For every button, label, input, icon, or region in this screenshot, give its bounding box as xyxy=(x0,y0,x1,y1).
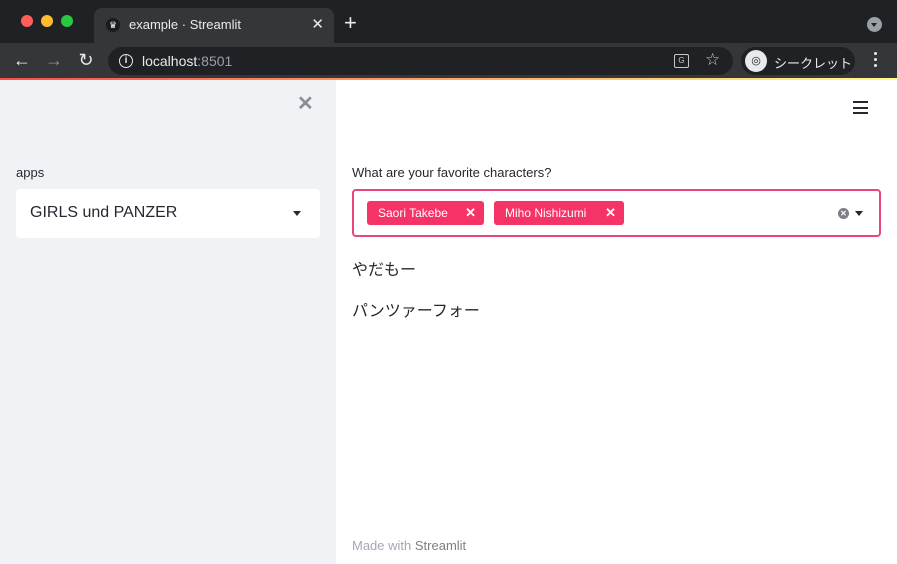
window-minimize-button[interactable] xyxy=(41,15,53,27)
hamburger-menu-icon[interactable] xyxy=(853,101,868,114)
window-zoom-button[interactable] xyxy=(61,15,73,27)
characters-multiselect[interactable]: Saori Takebe ✕ Miho Nishizumi ✕ ✕ xyxy=(352,189,881,237)
chevron-down-icon[interactable] xyxy=(293,211,301,216)
selected-tag: Saori Takebe ✕ xyxy=(367,201,484,225)
browser-titlebar: ♛ example · Streamlit ✕ + xyxy=(0,0,897,43)
kebab-menu-icon[interactable] xyxy=(870,52,880,70)
selected-tag-label: Miho Nishizumi xyxy=(505,206,587,220)
new-tab-button[interactable]: + xyxy=(344,12,357,34)
output-text: パンツァーフォー xyxy=(352,301,480,320)
browser-tab[interactable]: ♛ example · Streamlit ✕ xyxy=(94,8,334,43)
window-close-button[interactable] xyxy=(21,15,33,27)
tab-close-icon[interactable]: ✕ xyxy=(311,15,324,33)
sidebar-close-icon[interactable]: ✕ xyxy=(297,94,314,114)
incognito-icon: ◎ xyxy=(745,50,767,72)
tab-search-icon[interactable] xyxy=(867,17,882,32)
browser-toolbar: ← → ↻ i localhost:8501 G ☆ ◎ シークレット xyxy=(0,43,897,78)
reload-icon[interactable]: ↻ xyxy=(75,49,97,71)
output-text: やだもー xyxy=(352,260,417,279)
streamlit-link[interactable]: Streamlit xyxy=(415,538,466,553)
incognito-label: シークレット xyxy=(774,56,853,71)
url-text[interactable]: localhost:8501 xyxy=(142,53,232,69)
sidebar: ✕ apps GIRLS und PANZER xyxy=(0,80,336,564)
footer: Made with Streamlit xyxy=(352,538,466,553)
apps-select-label: apps xyxy=(16,165,45,180)
url-port: :8501 xyxy=(197,53,233,69)
star-icon[interactable]: ☆ xyxy=(705,50,720,70)
back-arrow-icon[interactable]: ← xyxy=(11,49,33,71)
remove-tag-icon[interactable]: ✕ xyxy=(605,201,616,225)
multiselect-label: What are your favorite characters? xyxy=(352,165,552,180)
info-icon[interactable]: i xyxy=(119,54,133,68)
tab-title: example · Streamlit xyxy=(129,17,241,32)
chevron-down-icon[interactable] xyxy=(855,211,863,216)
apps-selectbox[interactable]: GIRLS und PANZER xyxy=(16,189,320,238)
clear-all-icon[interactable]: ✕ xyxy=(838,208,849,219)
selected-tag-label: Saori Takebe xyxy=(378,206,448,220)
address-bar[interactable]: i localhost:8501 G ☆ xyxy=(108,47,733,75)
apps-selected-value: GIRLS und PANZER xyxy=(30,204,178,221)
selected-tag: Miho Nishizumi ✕ xyxy=(494,201,624,225)
footer-prefix: Made with xyxy=(352,538,415,553)
streamlit-favicon-icon: ♛ xyxy=(106,18,120,32)
translate-icon[interactable]: G xyxy=(674,54,689,68)
incognito-profile-button[interactable]: ◎ シークレット xyxy=(741,47,855,75)
forward-arrow-icon[interactable]: → xyxy=(43,49,65,71)
remove-tag-icon[interactable]: ✕ xyxy=(465,201,476,225)
url-host: localhost xyxy=(142,53,198,69)
